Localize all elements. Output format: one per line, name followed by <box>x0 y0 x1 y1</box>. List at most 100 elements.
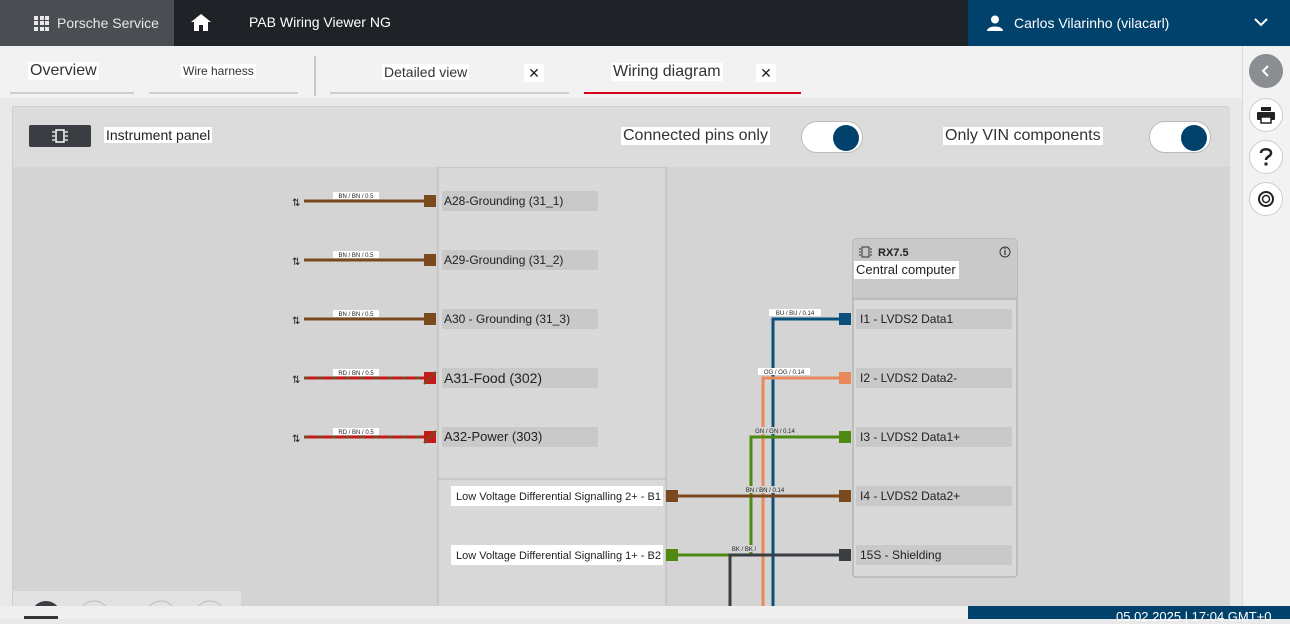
tab-divider <box>314 56 316 96</box>
tab-wiring-diagram-label: Wiring diagram <box>611 63 723 81</box>
toggle-knob <box>1181 125 1207 151</box>
pin-label: Low Voltage Differential Signalling 1+ -… <box>456 550 661 562</box>
toggle-knob <box>833 125 859 151</box>
component-icon <box>52 129 68 143</box>
vin-components-toggle[interactable] <box>1149 121 1211 153</box>
pin-row[interactable]: ⇅ BN / BN / 0.5 A30 - Grounding (31_3) <box>292 309 598 329</box>
close-icon[interactable]: ✕ <box>756 64 776 82</box>
pin-row[interactable]: 15S - Shielding <box>839 545 1012 565</box>
print-button[interactable] <box>1249 98 1283 132</box>
pin-row[interactable]: ⇅ RD / BN / 0.5 A31-Food (302) <box>292 368 598 388</box>
connector-symbol-icon: ⇅ <box>292 316 300 327</box>
wire-label: RD / BN / 0.5 <box>338 371 374 377</box>
pin-row[interactable]: I2 - LVDS2 Data2- <box>839 368 1012 388</box>
pin-label: Low Voltage Differential Signalling 2+ -… <box>456 491 661 503</box>
component-label: Instrument panel <box>104 127 213 143</box>
brand-label: Porsche Service <box>57 15 159 31</box>
user-menu[interactable]: Carlos Vilarinho (vilacarl) <box>968 0 1290 46</box>
component-box[interactable]: RX7.5 Central computer <box>852 238 1018 578</box>
wire-label: GN / GN / 0.14 <box>755 429 795 435</box>
chevron-left-icon <box>1261 65 1269 77</box>
pin-terminal <box>666 490 678 502</box>
pin-row[interactable]: I4 - LVDS2 Data2+ <box>839 486 1012 506</box>
pin-row[interactable]: ⇅ BN / BN / 0.5 A28-Grounding (31_1) <box>292 191 598 211</box>
vin-components-label: Only VIN components <box>943 127 1103 145</box>
diagram-svg: ⇅ BN / BN / 0.5 A28-Grounding (31_1) ⇅ B… <box>13 166 1018 624</box>
pin-terminal <box>839 313 851 325</box>
right-toolbar <box>1242 46 1290 619</box>
pin-label: 15S - Shielding <box>860 548 941 562</box>
apps-grid-icon <box>34 15 49 31</box>
pin-row[interactable]: ⇅ RD / BN / 0.5 A32-Power (303) <box>292 427 598 447</box>
footer-status: 05.02.2025 | 17:04 GMT+0 <box>968 606 1290 624</box>
wire-label: BN / BN / 0.14 <box>746 488 785 494</box>
connected-pins-toggle[interactable] <box>801 121 863 153</box>
pin-row[interactable]: I3 - LVDS2 Data1+ <box>839 427 1012 447</box>
top-bar: Porsche Service PAB Wiring Viewer NG Car… <box>0 0 1290 46</box>
tab-overview[interactable]: Overview <box>10 60 134 94</box>
tab-wiring-diagram[interactable]: Wiring diagram ✕ <box>584 60 801 94</box>
printer-icon <box>1257 107 1275 124</box>
tab-wire-harness[interactable]: Wire harness <box>149 60 298 94</box>
pin-label: I1 - LVDS2 Data1 <box>860 312 953 326</box>
pin-label: A32-Power (303) <box>444 429 542 444</box>
pin-label: I4 - LVDS2 Data2+ <box>860 489 960 503</box>
app-launcher[interactable]: Porsche Service <box>0 0 174 46</box>
connector-symbol-icon: ⇅ <box>292 257 300 268</box>
pin-terminal <box>839 372 851 384</box>
wire-label: OG / OG / 0.14 <box>764 370 805 376</box>
pin-row[interactable]: Low Voltage Differential Signalling 1+ -… <box>451 545 678 565</box>
close-icon[interactable]: ✕ <box>524 64 544 82</box>
component-name: Central computer <box>856 262 956 277</box>
app-title: PAB Wiring Viewer NG <box>249 14 391 30</box>
chevron-down-icon <box>1254 18 1268 27</box>
wire-label: BN / BN / 0.5 <box>338 253 374 259</box>
component-button[interactable] <box>29 125 91 147</box>
pin-terminal <box>424 313 436 325</box>
refresh-icon <box>1258 191 1274 207</box>
pin-row[interactable]: ⇅ BN / BN / 0.5 A29-Grounding (31_2) <box>292 250 598 270</box>
pin-row[interactable]: Low Voltage Differential Signalling 2+ -… <box>451 486 678 506</box>
refresh-button[interactable] <box>1249 182 1283 216</box>
tab-bar: Overview Wire harness Detailed view ✕ Wi… <box>0 46 1242 98</box>
pin-label: I2 - LVDS2 Data2- <box>860 371 957 385</box>
help-button[interactable] <box>1249 140 1283 174</box>
connector-symbol-icon: ⇅ <box>292 198 300 209</box>
home-icon <box>191 14 211 31</box>
pin-terminal <box>839 549 851 561</box>
pin-label: I3 - LVDS2 Data1+ <box>860 430 960 444</box>
pin-terminal <box>839 490 851 502</box>
pin-terminal <box>424 195 436 207</box>
home-button[interactable] <box>186 10 216 36</box>
wiring-diagram-canvas[interactable]: ⇅ BN / BN / 0.5 A28-Grounding (31_1) ⇅ B… <box>13 166 1230 624</box>
tab-detailed-view[interactable]: Detailed view ✕ <box>330 60 569 94</box>
wiring-panel: Instrument panel Connected pins only Onl… <box>12 106 1230 624</box>
wire-label: BU / BU / 0.14 <box>776 311 815 317</box>
pin-row[interactable]: I1 - LVDS2 Data1 <box>839 309 1012 329</box>
user-icon <box>987 15 1003 31</box>
connector-symbol-icon: ⇅ <box>292 375 300 386</box>
pin-label: A30 - Grounding (31_3) <box>444 312 570 326</box>
zoom-controls[interactable] <box>13 591 241 624</box>
wire <box>771 317 841 607</box>
wire-label: BN / BN / 0.5 <box>338 194 374 200</box>
component-id: RX7.5 <box>878 247 909 259</box>
wire-label: BK / BK / <box>732 547 757 553</box>
pin-terminal <box>666 549 678 561</box>
question-mark-icon <box>1259 148 1273 166</box>
tab-detailed-view-label: Detailed view <box>382 64 470 80</box>
panel-header: Instrument panel Connected pins only Onl… <box>13 107 1230 167</box>
wire-label: BN / BN / 0.5 <box>338 312 374 318</box>
collapse-button[interactable] <box>1249 54 1283 88</box>
user-name: Carlos Vilarinho (vilacarl) <box>1014 15 1170 31</box>
connected-pins-label: Connected pins only <box>621 127 770 145</box>
pin-label: A28-Grounding (31_1) <box>444 194 563 208</box>
pin-terminal <box>839 431 851 443</box>
pin-label: A31-Food (302) <box>444 370 542 386</box>
tab-wire-harness-label: Wire harness <box>181 64 256 78</box>
routing-wires: BU / BU / 0.14 OG / OG / 0.14 GN / GN / … <box>678 309 841 607</box>
wire-label: RD / BN / 0.5 <box>338 430 374 436</box>
pin-label: A29-Grounding (31_2) <box>444 253 563 267</box>
timestamp: 05.02.2025 | 17:04 GMT+0 <box>1116 609 1272 624</box>
tab-overview-label: Overview <box>28 62 99 80</box>
